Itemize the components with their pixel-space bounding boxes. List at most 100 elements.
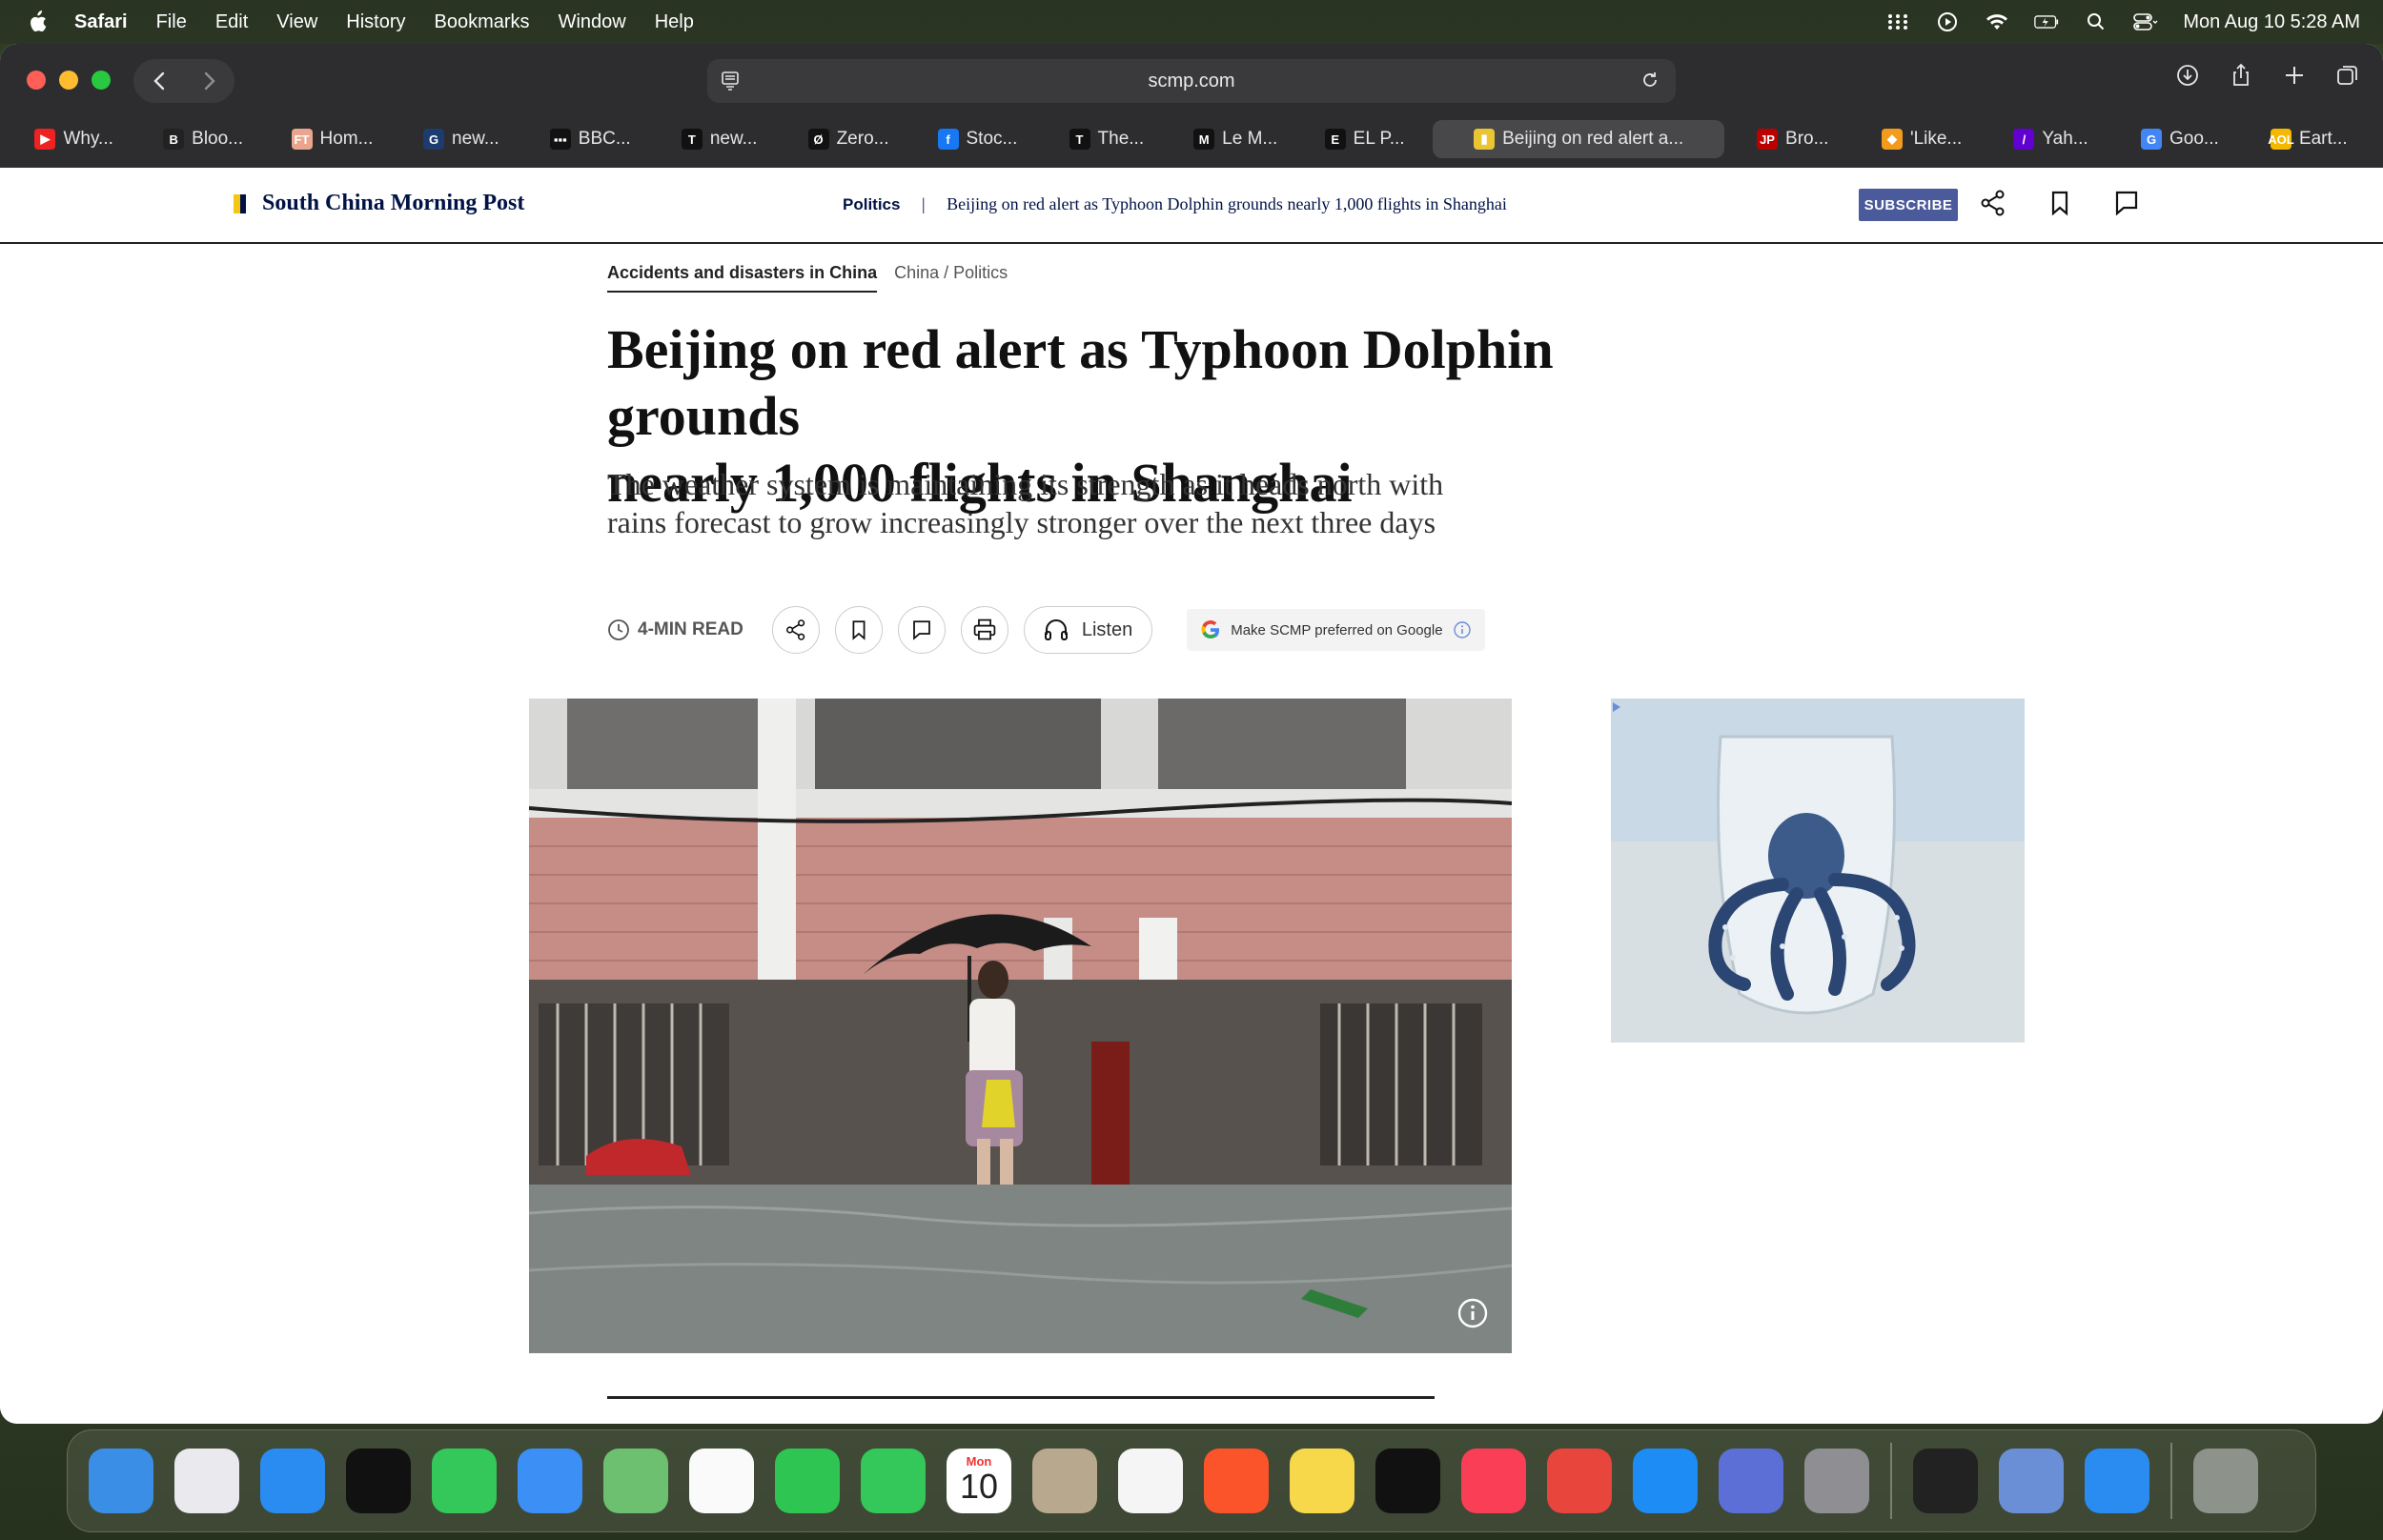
tab[interactable]: FT Hom... bbox=[272, 120, 393, 158]
dock-reminders-icon[interactable] bbox=[1118, 1449, 1183, 1513]
apple-icon[interactable] bbox=[27, 10, 48, 33]
dock-messages-icon[interactable] bbox=[432, 1449, 497, 1513]
menu-app-name[interactable]: Safari bbox=[74, 11, 128, 33]
header-actions bbox=[1979, 189, 2141, 217]
subscribe-button[interactable]: SUBSCRIBE bbox=[1859, 189, 1958, 221]
tab[interactable]: f Stoc... bbox=[917, 120, 1038, 158]
comment-icon bbox=[912, 620, 930, 640]
zoom-button[interactable] bbox=[92, 71, 111, 90]
tab-label: The... bbox=[1097, 129, 1145, 149]
play-circle-icon[interactable] bbox=[1935, 12, 1960, 31]
dock-app-store-icon[interactable] bbox=[1633, 1449, 1698, 1513]
dock-phone-icon[interactable] bbox=[861, 1449, 926, 1513]
dock-system-settings-icon[interactable] bbox=[1804, 1449, 1869, 1513]
article-share-button[interactable] bbox=[771, 606, 820, 654]
download-icon[interactable] bbox=[2175, 63, 2200, 88]
dock-calendar-icon[interactable]: Mon 10 bbox=[947, 1449, 1011, 1513]
calendar-day: 10 bbox=[959, 1467, 999, 1506]
tab-overview-icon[interactable] bbox=[2335, 63, 2360, 88]
share-icon[interactable] bbox=[2229, 63, 2253, 88]
battery-icon[interactable] bbox=[2034, 12, 2059, 31]
dock-launchpad-grid-icon[interactable] bbox=[1913, 1449, 1978, 1513]
tab[interactable]: AOL Eart... bbox=[2249, 120, 2370, 158]
dock-simulator-icon[interactable] bbox=[1719, 1449, 1783, 1513]
dock-contacts-icon[interactable] bbox=[1032, 1449, 1097, 1513]
back-icon[interactable] bbox=[153, 71, 166, 91]
hero-photo[interactable] bbox=[529, 699, 1512, 1353]
tab[interactable]: ▪▪▪ BBC... bbox=[530, 120, 651, 158]
dock-photos-icon[interactable] bbox=[689, 1449, 754, 1513]
dock-rocket-icon[interactable] bbox=[1547, 1449, 1612, 1513]
dock-finder-icon[interactable] bbox=[89, 1449, 153, 1513]
tab[interactable]: E EL P... bbox=[1304, 120, 1425, 158]
tab[interactable]: B Bloo... bbox=[142, 120, 263, 158]
sticky-section-link[interactable]: Politics bbox=[843, 195, 900, 213]
menu-bookmarks[interactable]: Bookmarks bbox=[435, 11, 530, 33]
address-text[interactable]: scmp.com bbox=[1148, 71, 1234, 92]
dock-notes-icon[interactable] bbox=[1290, 1449, 1354, 1513]
control-center-icon[interactable] bbox=[2133, 12, 2158, 31]
advertisement[interactable] bbox=[1611, 699, 2025, 1043]
bookmark-icon[interactable] bbox=[2046, 189, 2074, 217]
menu-clock[interactable]: Mon Aug 10 5:28 AM bbox=[2183, 11, 2360, 33]
tab-favicon-icon: T bbox=[681, 129, 703, 150]
article-comment-button[interactable] bbox=[897, 606, 946, 654]
menu-file[interactable]: File bbox=[156, 11, 187, 33]
google-preferred-button[interactable]: Make SCMP preferred on Google bbox=[1187, 609, 1485, 651]
dock-quicktime-icon[interactable] bbox=[2085, 1449, 2149, 1513]
tab[interactable]: Gnew... bbox=[400, 120, 521, 158]
dots-grid-icon[interactable] bbox=[1885, 12, 1910, 31]
dock-facetime-icon[interactable] bbox=[775, 1449, 840, 1513]
new-tab-icon[interactable] bbox=[2282, 63, 2307, 88]
comment-icon[interactable] bbox=[2112, 189, 2141, 217]
dock-finder-alt-icon[interactable] bbox=[1999, 1449, 2064, 1513]
menu-help[interactable]: Help bbox=[655, 11, 694, 33]
article-subhead: The weather system is maintaining its st… bbox=[607, 467, 1444, 539]
tab[interactable]: G Goo... bbox=[2119, 120, 2240, 158]
menu-edit[interactable]: Edit bbox=[215, 11, 248, 33]
tab[interactable]: Tnew... bbox=[659, 120, 780, 158]
menu-window[interactable]: Window bbox=[559, 11, 626, 33]
tab-favicon-icon: AOL bbox=[2268, 129, 2294, 150]
wifi-icon[interactable] bbox=[1985, 12, 2009, 31]
address-bar[interactable]: scmp.com bbox=[707, 59, 1676, 103]
share-icon[interactable] bbox=[1979, 189, 2007, 217]
tab[interactable]: JP Bro... bbox=[1732, 120, 1853, 158]
dock-safari-icon[interactable] bbox=[260, 1449, 325, 1513]
close-button[interactable] bbox=[27, 71, 46, 90]
dock-mail-icon[interactable] bbox=[518, 1449, 582, 1513]
tab-label: Eart... bbox=[2298, 129, 2348, 149]
nav-buttons bbox=[133, 59, 234, 103]
tab[interactable]: M Le M... bbox=[1175, 120, 1296, 158]
menu-history[interactable]: History bbox=[346, 11, 405, 33]
dock-brave-icon[interactable] bbox=[1204, 1449, 1269, 1513]
tab-active[interactable]: ▮ Beijing on red alert a... bbox=[1433, 120, 1725, 158]
menu-view[interactable]: View bbox=[276, 11, 317, 33]
toolbar-right bbox=[2175, 63, 2360, 88]
info-icon[interactable] bbox=[1453, 620, 1472, 639]
page-menu-icon[interactable] bbox=[721, 71, 740, 91]
article-print-button[interactable] bbox=[960, 606, 1008, 654]
breadcrumb[interactable]: China / Politics bbox=[894, 263, 1008, 293]
logo-text: South China Morning Post bbox=[262, 191, 525, 215]
headline-line-1: Beijing on red alert as Typhoon Dolphin … bbox=[607, 318, 1554, 447]
dock-trash-icon[interactable] bbox=[2193, 1449, 2258, 1513]
forward-icon[interactable] bbox=[203, 71, 216, 91]
search-icon[interactable] bbox=[2084, 12, 2108, 31]
reload-icon[interactable] bbox=[1640, 70, 1660, 91]
tab[interactable]: / Yah... bbox=[1990, 120, 2111, 158]
scmp-logo[interactable]: South China Morning Post bbox=[234, 191, 524, 216]
dock-maps-icon[interactable] bbox=[603, 1449, 668, 1513]
dock-podcast-wave-icon[interactable] bbox=[346, 1449, 411, 1513]
minimize-button[interactable] bbox=[59, 71, 78, 90]
tab[interactable]: Ø Zero... bbox=[787, 120, 908, 158]
dock-launchpad-icon[interactable] bbox=[174, 1449, 239, 1513]
dock-tv-icon[interactable] bbox=[1375, 1449, 1440, 1513]
tab[interactable]: ◆ 'Like... bbox=[1861, 120, 1982, 158]
tab[interactable]: ▶ Why... bbox=[13, 120, 134, 158]
dock-music-icon[interactable] bbox=[1461, 1449, 1526, 1513]
listen-button[interactable]: Listen bbox=[1023, 606, 1153, 654]
primary-topic-link[interactable]: Accidents and disasters in China bbox=[607, 263, 878, 293]
article-bookmark-button[interactable] bbox=[834, 606, 883, 654]
tab[interactable]: T The... bbox=[1046, 120, 1167, 158]
